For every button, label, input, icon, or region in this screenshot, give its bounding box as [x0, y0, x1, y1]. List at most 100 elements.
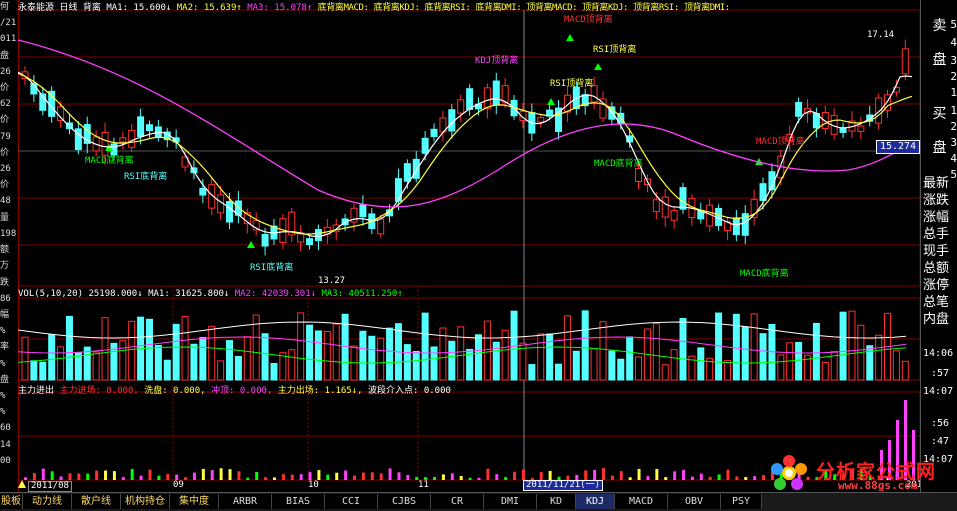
main-chart[interactable]: 永泰能源 日线 背离 MA1: 15.600↓ MA2: 15.639↑ MA3…	[17, 0, 922, 492]
tab-retail-line[interactable]: 散户线	[72, 494, 121, 509]
volume-bar	[359, 330, 367, 381]
money-flow-bar	[326, 474, 330, 480]
volume-bar	[65, 315, 73, 381]
money-flow-bar	[397, 472, 401, 480]
tab-obv[interactable]: OBV	[668, 494, 721, 509]
money-flow-bar	[690, 476, 694, 480]
volume-bar	[314, 330, 322, 381]
macd-bottom-label-3: MACD底背离	[740, 269, 789, 279]
tab-cr[interactable]: CR	[431, 494, 484, 509]
volume-bar	[483, 320, 491, 381]
tab-kd[interactable]: KD	[537, 494, 576, 509]
ma1-value: MA1: 15.600↓	[106, 3, 172, 13]
side-item-change-pct[interactable]: 涨幅	[923, 210, 949, 225]
tab-dmi[interactable]: DMI	[484, 494, 537, 509]
left-axis-label: 60	[0, 423, 11, 434]
tab-psy[interactable]: PSY	[721, 494, 762, 509]
left-axis-label: 62	[0, 99, 11, 110]
tab-cjbs[interactable]: CJBS	[378, 494, 431, 509]
volume-bar	[332, 323, 340, 381]
money-flow-bar	[753, 476, 757, 480]
side-item-current-volume[interactable]: 现手	[923, 244, 949, 259]
side-item-total-amount[interactable]: 总额	[923, 261, 949, 276]
candle-body	[57, 106, 65, 122]
tab-arbr[interactable]: ARBR	[219, 494, 272, 509]
volume-bar	[386, 327, 394, 381]
volume-bar	[626, 336, 634, 381]
tab-power-line[interactable]: 动力线	[23, 494, 72, 509]
money-flow-bar	[610, 475, 614, 480]
money-flow-bar	[246, 477, 250, 480]
candle-body	[670, 209, 678, 221]
tab-concentration[interactable]: 集中度	[170, 494, 219, 509]
tick-time-5: :47	[931, 436, 950, 447]
money-flow-bar	[130, 469, 134, 480]
divergence-signals: 底背离MACD: 底背离KDJ: 底背离RSI: 底背离DMI: 顶背离MACD…	[317, 3, 731, 13]
tab-macd[interactable]: MACD	[615, 494, 668, 509]
money-flow-bar	[228, 469, 232, 480]
tab-cci[interactable]: CCI	[325, 494, 378, 509]
candle-body	[661, 196, 669, 218]
money-flow-bar	[184, 477, 188, 480]
money-flow-bar	[264, 477, 268, 480]
left-axis: 何/21 011 盘 26 价 62 价 79 价 26 价 48 量 198 额万跌 86 幅% 率% 盘%% 60…	[0, 0, 19, 492]
left-axis-label: 量	[0, 212, 10, 223]
volume-bar	[279, 352, 287, 381]
left-axis-label: 盘	[0, 50, 10, 61]
tick-time-3: 14:07	[923, 386, 954, 397]
tab-bias[interactable]: BIAS	[272, 494, 325, 509]
money-flow-bar	[495, 474, 499, 480]
money-flow-bar	[521, 469, 525, 480]
left-axis-label: 价	[0, 83, 10, 94]
volume-bar	[608, 350, 616, 381]
left-axis-label: 跌	[0, 277, 10, 288]
left-axis-label: 26	[0, 66, 11, 77]
volume-bar	[199, 337, 207, 381]
scroll-left-icon[interactable]	[18, 480, 26, 488]
left-axis-label: 幅	[0, 309, 10, 320]
side-item-limit-up[interactable]: 涨停	[923, 278, 949, 293]
tab-kdj[interactable]: KDJ	[576, 494, 615, 509]
money-flow-bar	[655, 468, 659, 480]
left-axis-label: 盘	[0, 374, 10, 385]
left-axis-label: 万	[0, 261, 10, 272]
volume-bar	[154, 344, 162, 381]
volume-bar	[750, 313, 758, 381]
volume-bar	[145, 318, 153, 381]
volume-bar	[732, 313, 740, 381]
candle-body	[421, 137, 429, 154]
volume-bar	[555, 363, 563, 381]
tab-institution[interactable]: 机构持仓	[121, 494, 170, 509]
money-flow-bar	[477, 477, 481, 480]
volume-bar	[635, 356, 643, 381]
level-4b: 4	[950, 152, 957, 165]
volume-bar	[777, 354, 785, 381]
volume-bar	[563, 315, 571, 381]
volume-bar	[670, 349, 678, 381]
date-label-start: 2011/08	[28, 481, 72, 492]
volume-bar	[412, 351, 420, 381]
side-item-latest[interactable]: 最新	[923, 176, 949, 191]
money-flow-bar	[201, 468, 205, 480]
money-flow-bar	[459, 475, 463, 480]
side-item-change[interactable]: 涨跌	[923, 193, 949, 208]
candle-body	[101, 131, 109, 156]
stock-title: 永泰能源	[18, 3, 55, 13]
tab-board[interactable]: 股板	[0, 494, 23, 509]
side-item-inner-volume[interactable]: 内盘	[923, 312, 949, 327]
money-flow-bar	[441, 474, 445, 480]
volume-value: 25198.000↓	[88, 289, 143, 299]
left-axis-label: 48	[0, 196, 11, 207]
candle-body	[483, 87, 491, 110]
money-jinchang: 主力进场: 0.000,	[59, 386, 139, 396]
kline-chart-svg[interactable]	[17, 0, 921, 492]
side-item-total-volume[interactable]: 总手	[923, 227, 949, 242]
money-flow-bar	[708, 476, 712, 480]
money-flow-bar	[664, 477, 668, 480]
volume-bar	[217, 360, 225, 381]
candle-body	[119, 137, 127, 143]
candle-body	[145, 124, 153, 132]
side-item-total-trades[interactable]: 总笔	[923, 295, 949, 310]
money-flow-bar	[290, 474, 294, 480]
logo-url: www.88gs.com	[838, 479, 918, 492]
